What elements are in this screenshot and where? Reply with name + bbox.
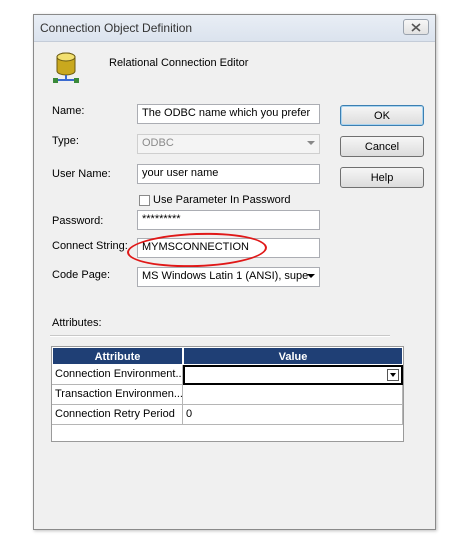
column-header-value[interactable]: Value	[183, 347, 403, 365]
dialog-window: Connection Object Definition Relational …	[33, 14, 436, 530]
table-row-attribute[interactable]: Connection Retry Period	[52, 405, 183, 425]
attributes-divider	[50, 335, 390, 337]
code-page-label: Code Page:	[52, 269, 111, 281]
chevron-down-icon	[307, 274, 315, 278]
code-page-select[interactable]: MS Windows Latin 1 (ANSI), supe	[137, 267, 320, 287]
type-value: ODBC	[142, 137, 174, 149]
column-header-attribute[interactable]: Attribute	[52, 347, 183, 365]
attributes-grid: Attribute Value Connection Environment..…	[51, 346, 404, 442]
username-value: your user name	[142, 167, 219, 179]
name-label: Name:	[52, 105, 85, 117]
name-input[interactable]: The ODBC name which you prefer	[137, 104, 320, 124]
use-parameter-label: Use Parameter In Password	[153, 194, 291, 206]
type-label: Type:	[52, 135, 79, 147]
password-label: Password:	[52, 215, 104, 227]
table-row-attribute[interactable]: Transaction Environmen...	[52, 385, 183, 405]
connect-string-label: Connect String:	[52, 240, 128, 252]
window-title: Connection Object Definition	[40, 21, 193, 35]
code-page-value: MS Windows Latin 1 (ANSI), supe	[142, 270, 309, 282]
username-input[interactable]: your user name	[137, 164, 320, 184]
username-label: User Name:	[52, 168, 111, 180]
red-highlight-ellipse	[126, 230, 268, 270]
table-row-value[interactable]: 0	[183, 405, 403, 425]
dropdown-icon[interactable]	[387, 369, 399, 381]
database-icon	[53, 52, 79, 83]
ok-button[interactable]: OK	[340, 105, 424, 126]
close-button[interactable]	[403, 19, 429, 35]
name-value: The ODBC name which you prefer	[142, 107, 311, 119]
chevron-down-icon	[307, 141, 315, 145]
help-button[interactable]: Help	[340, 167, 424, 188]
title-bar: Connection Object Definition	[34, 15, 435, 42]
table-row-attribute[interactable]: Connection Environment...	[52, 365, 183, 385]
cancel-button[interactable]: Cancel	[340, 136, 424, 157]
attributes-label: Attributes:	[52, 317, 102, 329]
password-value: *********	[142, 213, 181, 225]
password-input[interactable]: *********	[137, 210, 320, 230]
type-select[interactable]: ODBC	[137, 134, 320, 154]
use-parameter-checkbox[interactable]	[139, 195, 150, 206]
table-row-value[interactable]	[183, 365, 403, 385]
close-icon	[411, 22, 421, 32]
table-row-value[interactable]	[183, 385, 403, 405]
editor-title: Relational Connection Editor	[109, 57, 249, 69]
